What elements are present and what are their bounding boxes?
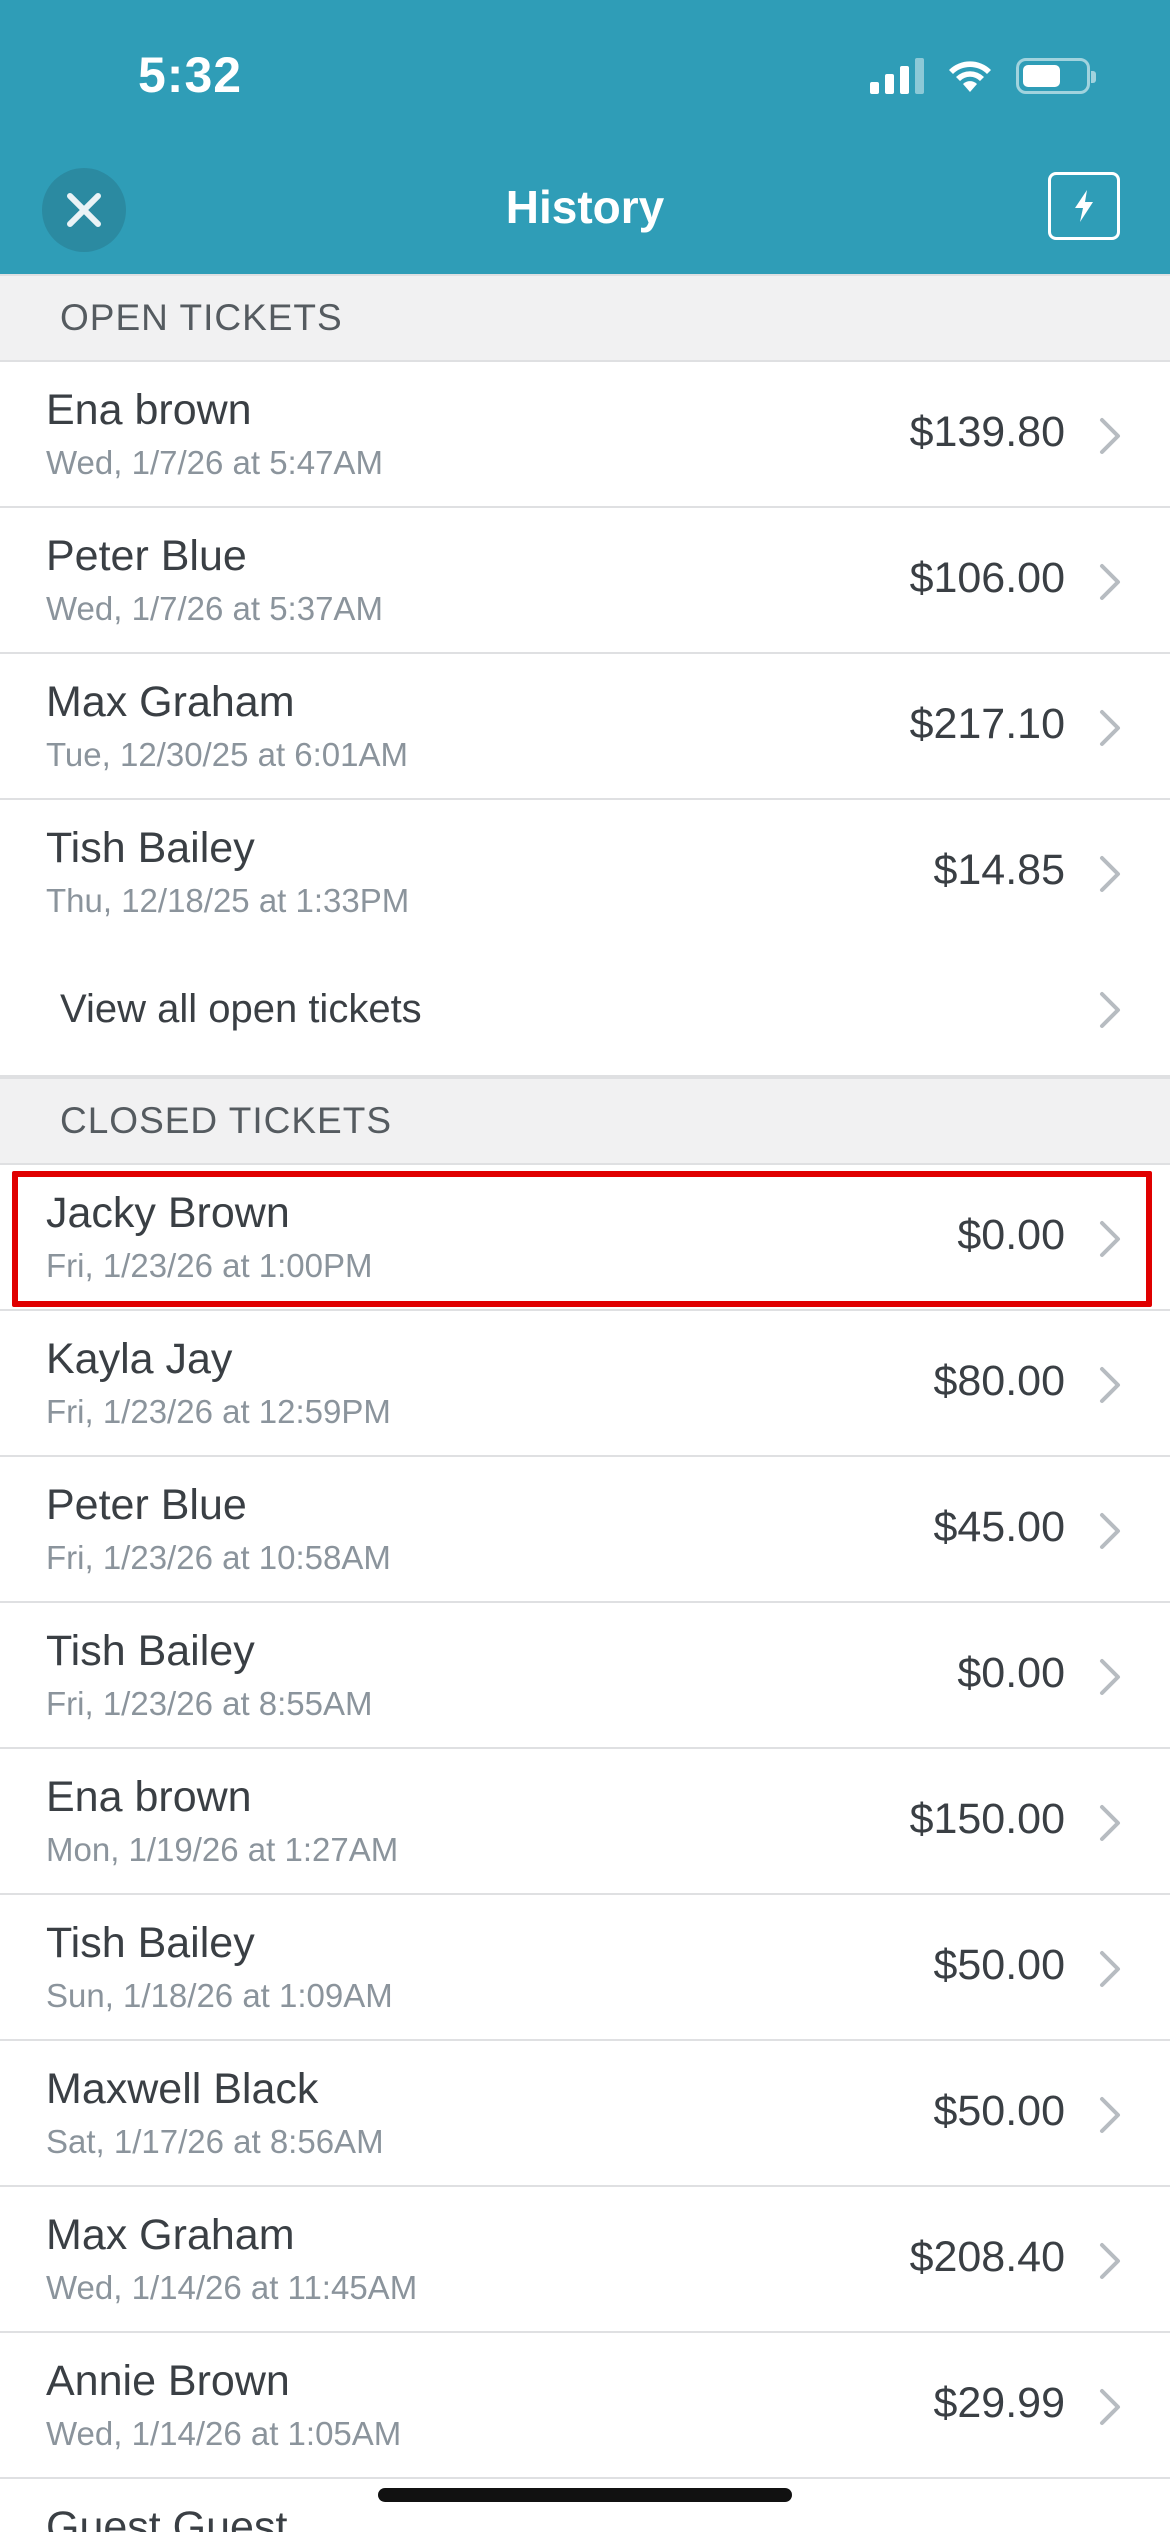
wifi-icon (949, 61, 991, 92)
ticket-row[interactable]: Peter Blue Wed, 1/7/26 at 5:37AM $106.00 (0, 508, 1170, 654)
customer-name: Tish Bailey (46, 1919, 255, 1967)
page-title: History (505, 181, 665, 233)
history-screen: 5:32 History OPEN TICKETS Ena brown Wed,… (0, 0, 1170, 2532)
customer-name: Jacky Brown (46, 1189, 290, 1237)
lightning-bolt-icon (1075, 190, 1093, 222)
ticket-date: Fri, 1/23/26 at 10:58AM (46, 1539, 391, 1576)
chevron-right-icon (1100, 1221, 1120, 1257)
home-indicator (378, 2488, 792, 2502)
ticket-amount: $0.00 (957, 1211, 1065, 1259)
chevron-right-icon (1100, 856, 1120, 892)
ticket-row[interactable]: Jacky Brown Fri, 1/23/26 at 1:00PM $0.00 (0, 1165, 1170, 1311)
ticket-date: Sun, 1/18/26 at 1:09AM (46, 1977, 393, 2014)
ticket-amount: $50.00 (933, 2087, 1065, 2135)
quick-action-button[interactable] (1048, 172, 1120, 240)
ticket-row[interactable]: Maxwell Black Sat, 1/17/26 at 8:56AM $50.0… (0, 2041, 1170, 2187)
ticket-date: Wed, 1/14/26 at 1:05AM (46, 2415, 402, 2452)
ticket-amount: $29.99 (933, 2379, 1065, 2427)
chevron-right-icon (1100, 2097, 1120, 2133)
ticket-date: Fri, 1/23/26 at 12:59PM (46, 1393, 391, 1430)
ticket-row[interactable]: Tish Bailey Sun, 1/18/26 at 1:09AM $50.00 (0, 1895, 1170, 2041)
customer-name: Guest Guest (46, 2503, 288, 2532)
ticket-date: Mon, 1/19/26 at 1:27AM (46, 1831, 399, 1868)
cellular-signal-icon (870, 58, 924, 94)
ticket-row[interactable]: Kayla Jay Fri, 1/23/26 at 12:59PM $80.00 (0, 1311, 1170, 1457)
ticket-amount: $208.40 (909, 2233, 1065, 2281)
customer-name: Ena brown (46, 1773, 252, 1821)
chevron-right-icon (1100, 1659, 1120, 1695)
battery-icon (1016, 58, 1096, 94)
section-header-closed: CLOSED TICKETS (0, 1077, 1170, 1165)
ticket-date: Wed, 1/7/26 at 5:37AM (46, 590, 383, 627)
customer-name: Kayla Jay (46, 1335, 233, 1383)
customer-name: Peter Blue (46, 1481, 247, 1529)
chevron-right-icon (1100, 564, 1120, 600)
customer-name: Tish Bailey (46, 1627, 255, 1675)
ticket-row[interactable]: Tish Bailey Fri, 1/23/26 at 8:55AM $0.00 (0, 1603, 1170, 1749)
customer-name: Ena brown (46, 386, 252, 434)
ticket-date: Wed, 1/14/26 at 11:45AM (46, 2269, 418, 2306)
ticket-row[interactable]: Ena brown Mon, 1/19/26 at 1:27AM $150.00 (0, 1749, 1170, 1895)
ticket-row[interactable]: Ena brown Wed, 1/7/26 at 5:47AM $139.80 (0, 362, 1170, 508)
view-all-label: View all open tickets (60, 987, 422, 1031)
chevron-right-icon (1100, 2243, 1120, 2279)
ticket-amount: $14.85 (933, 846, 1065, 894)
ticket-row[interactable]: Tish Bailey Thu, 12/18/25 at 1:33PM $14.85 (0, 800, 1170, 946)
ticket-date: Sat, 1/17/26 at 8:56AM (46, 2123, 384, 2160)
section-header-open: OPEN TICKETS (0, 274, 1170, 362)
view-all-open-tickets[interactable]: View all open tickets (0, 943, 1170, 1077)
ticket-row[interactable]: Guest Guest (0, 2479, 1170, 2532)
status-icons (870, 56, 1096, 96)
ticket-amount: $150.00 (909, 1795, 1065, 1843)
ticket-amount: $139.80 (909, 408, 1065, 456)
chevron-right-icon (1100, 1367, 1120, 1403)
ticket-date: Wed, 1/7/26 at 5:47AM (46, 444, 383, 481)
chevron-right-icon (1100, 1805, 1120, 1841)
chevron-right-icon (1100, 992, 1120, 1028)
ticket-date: Thu, 12/18/25 at 1:33PM (46, 882, 410, 919)
chevron-right-icon (1100, 1513, 1120, 1549)
chevron-right-icon (1100, 2389, 1120, 2425)
ticket-date: Tue, 12/30/25 at 6:01AM (46, 736, 409, 773)
ticket-amount: $45.00 (933, 1503, 1065, 1551)
chevron-right-icon (1100, 1951, 1120, 1987)
customer-name: Max Graham (46, 2211, 295, 2259)
ticket-amount: $80.00 (933, 1357, 1065, 1405)
ticket-amount: $217.10 (909, 700, 1065, 748)
ticket-date: Fri, 1/23/26 at 1:00PM (46, 1247, 373, 1284)
customer-name: Max Graham (46, 678, 295, 726)
ticket-row[interactable]: Max Graham Wed, 1/14/26 at 11:45AM $208.40 (0, 2187, 1170, 2333)
ticket-row[interactable]: Annie Brown Wed, 1/14/26 at 1:05AM $29.99 (0, 2333, 1170, 2479)
customer-name: Maxwell Black (46, 2065, 319, 2113)
ticket-date: Fri, 1/23/26 at 8:55AM (46, 1685, 373, 1722)
customer-name: Annie Brown (46, 2357, 290, 2405)
customer-name: Tish Bailey (46, 824, 255, 872)
ticket-amount: $0.00 (957, 1649, 1065, 1697)
chevron-right-icon (1100, 710, 1120, 746)
ticket-amount: $106.00 (909, 554, 1065, 602)
ticket-row[interactable]: Max Graham Tue, 12/30/25 at 6:01AM $217.10 (0, 654, 1170, 800)
chevron-right-icon (1100, 418, 1120, 454)
customer-name: Peter Blue (46, 532, 247, 580)
ticket-amount: $50.00 (933, 1941, 1065, 1989)
status-time: 5:32 (138, 47, 243, 103)
header-bar: 5:32 History (0, 0, 1170, 274)
ticket-row[interactable]: Peter Blue Fri, 1/23/26 at 10:58AM $45.00 (0, 1457, 1170, 1603)
